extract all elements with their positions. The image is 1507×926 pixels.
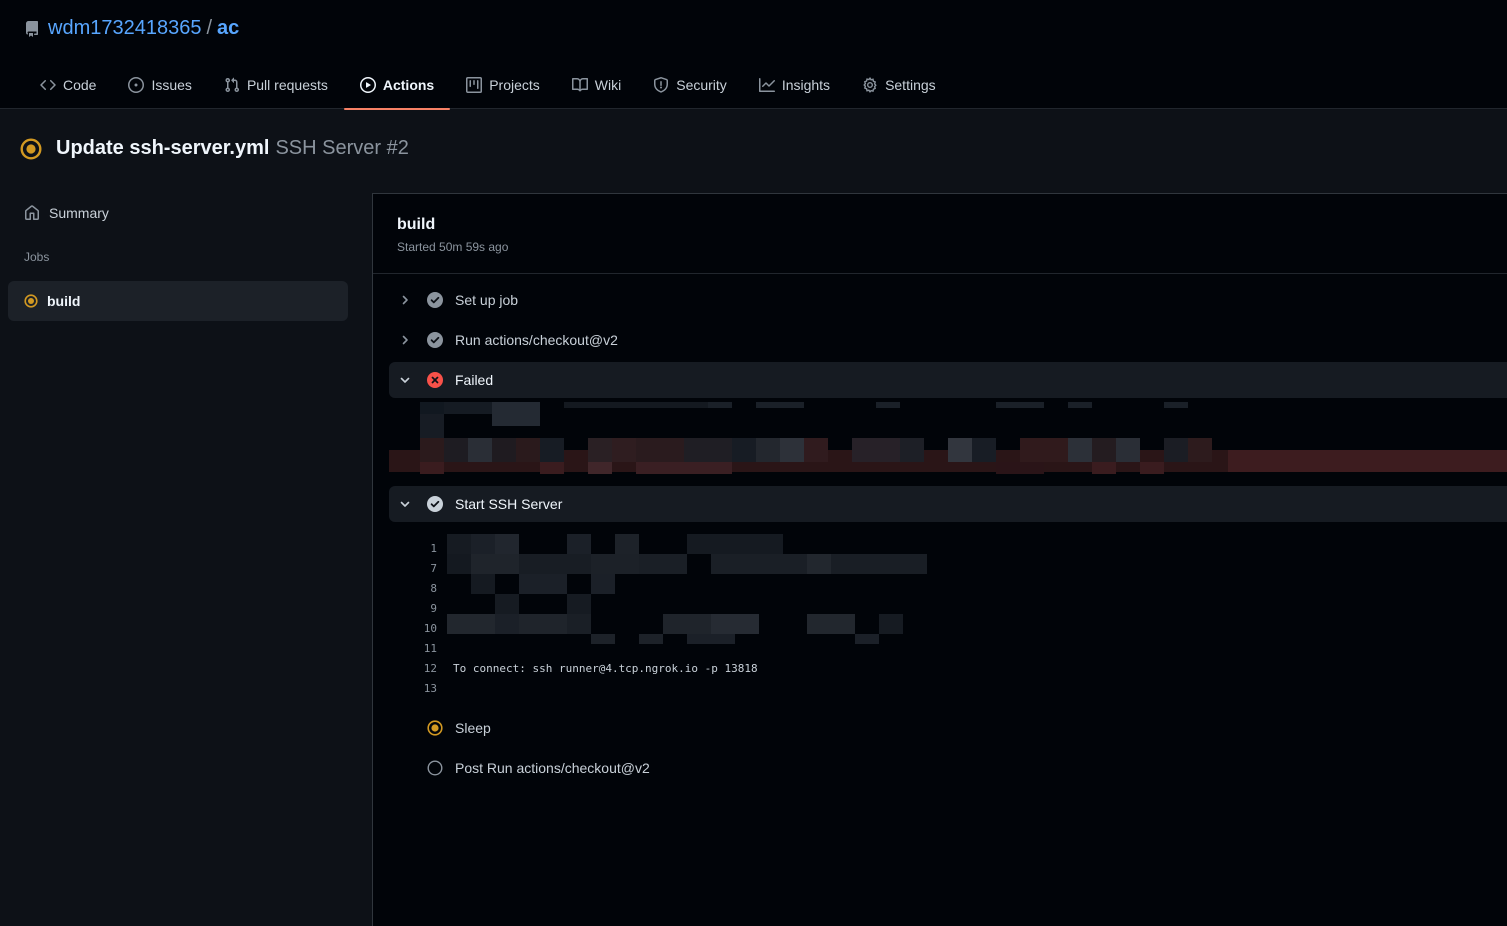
pending-circle-icon <box>427 760 443 776</box>
project-icon <box>466 76 489 93</box>
tab-insights-label: Insights <box>781 76 831 93</box>
chevron-right-icon <box>399 334 411 346</box>
tab-projects[interactable]: Projects <box>450 60 556 109</box>
step-run-checkout[interactable]: Run actions/checkout@v2 <box>389 322 1507 358</box>
repo-nav-tabs: Code Issues Pull requests Actions Projec… <box>24 60 952 110</box>
tab-security[interactable]: Security <box>637 60 743 109</box>
x-circle-icon <box>427 372 443 388</box>
line-number: 1 <box>430 541 437 555</box>
step-label: Failed <box>455 372 494 388</box>
tab-security-label: Security <box>676 76 727 93</box>
line-number: 12 <box>423 661 437 675</box>
run-title: Update ssh-server.yml SSH Server #2 <box>20 137 409 160</box>
check-circle-icon <box>427 292 443 308</box>
repo-owner-link[interactable]: wdm1732418365 <box>48 17 201 40</box>
step-label: Set up job <box>455 292 519 308</box>
redacted-log-pixels <box>447 534 927 644</box>
repo-name-link[interactable]: ac <box>217 17 239 40</box>
tab-insights[interactable]: Insights <box>743 60 846 109</box>
job-log-panel: build Started 50m 59s ago Set up job Run… <box>372 193 1507 926</box>
line-number: 13 <box>423 681 437 695</box>
commit-message: Update ssh-server.yml <box>56 137 270 159</box>
sidebar-item-build-label: build <box>47 293 81 309</box>
tab-actions[interactable]: Actions <box>343 60 451 110</box>
tab-code-label: Code <box>63 76 97 93</box>
log-line: 9 <box>389 598 437 618</box>
line-number: 8 <box>430 581 437 595</box>
line-number: 10 <box>423 621 437 635</box>
in-progress-icon <box>20 137 42 160</box>
step-start-ssh-server[interactable]: Start SSH Server <box>389 486 1507 522</box>
check-circle-icon <box>427 332 443 348</box>
home-icon <box>24 205 49 221</box>
ssh-connect-command: To connect: ssh runner@4.tcp.ngrok.io -p… <box>453 661 758 675</box>
step-label: Run actions/checkout@v2 <box>455 332 618 348</box>
step-label: Start SSH Server <box>455 496 563 512</box>
tab-pull-requests-label: Pull requests <box>246 76 328 93</box>
step-post-run-checkout[interactable]: Post Run actions/checkout@v2 <box>389 750 1507 786</box>
sidebar-item-summary[interactable]: Summary <box>8 193 348 233</box>
check-circle-icon <box>427 496 443 512</box>
step-label: Sleep <box>455 720 491 736</box>
tab-issues[interactable]: Issues <box>112 60 207 109</box>
repo-icon <box>24 20 40 37</box>
code-icon <box>40 77 63 93</box>
gear-icon <box>862 76 885 93</box>
line-number: 9 <box>430 601 437 615</box>
tab-settings[interactable]: Settings <box>846 60 952 109</box>
repo-header: wdm1732418365 / ac Code Issues Pull requ… <box>0 0 1507 110</box>
chevron-right-icon <box>399 294 411 306</box>
chevron-down-icon <box>399 374 411 386</box>
tab-pull-requests[interactable]: Pull requests <box>208 60 344 109</box>
play-icon <box>359 76 383 93</box>
line-number: 11 <box>423 641 437 655</box>
tab-code[interactable]: Code <box>24 60 112 109</box>
in-progress-icon <box>24 294 47 308</box>
ssh-step-log: 1 7 8 9 10 11 12 To connect: ssh runner@4… <box>389 526 1507 706</box>
sidebar-item-summary-label: Summary <box>49 205 109 221</box>
in-progress-icon <box>427 720 443 736</box>
log-line: 12 To connect: ssh runner@4.tcp.ngrok.io … <box>389 658 758 678</box>
log-line: 13 <box>389 678 437 698</box>
sidebar-item-build[interactable]: build <box>8 281 348 321</box>
job-name: build <box>397 216 436 233</box>
log-line: 7 <box>389 558 437 578</box>
job-steps: Set up job Run actions/checkout@v2 Faile… <box>389 282 1507 790</box>
step-set-up-job[interactable]: Set up job <box>389 282 1507 318</box>
tab-wiki[interactable]: Wiki <box>556 60 637 109</box>
job-header: build Started 50m 59s ago <box>373 194 1507 274</box>
log-line: 8 <box>389 578 437 598</box>
step-failed[interactable]: Failed <box>389 362 1507 398</box>
run-sidebar: Summary Jobs build <box>8 193 348 321</box>
chevron-down-icon <box>399 498 411 510</box>
pull-request-icon <box>224 77 247 93</box>
tab-projects-label: Projects <box>489 76 540 93</box>
jobs-heading: Jobs <box>24 250 50 264</box>
issue-icon <box>128 76 151 93</box>
step-sleep[interactable]: Sleep <box>389 710 1507 746</box>
workflow-run-name: SSH Server #2 <box>275 137 409 159</box>
failed-step-log-redacted <box>389 402 1507 474</box>
repo-separator: / <box>206 17 213 39</box>
repo-title: wdm1732418365 / ac <box>24 17 239 40</box>
step-label: Post Run actions/checkout@v2 <box>455 760 650 776</box>
tab-settings-label: Settings <box>885 76 936 93</box>
redacted-log-pixels <box>389 402 1507 474</box>
book-icon <box>571 77 595 93</box>
job-started-time: Started 50m 59s ago <box>397 240 509 254</box>
graph-icon <box>758 77 782 93</box>
shield-icon <box>653 76 676 93</box>
line-number: 7 <box>430 561 437 575</box>
log-line: 10 <box>389 618 437 638</box>
tab-actions-label: Actions <box>382 76 435 93</box>
tab-issues-label: Issues <box>151 76 192 93</box>
log-line: 1 <box>389 538 437 558</box>
tab-wiki-label: Wiki <box>594 76 622 93</box>
log-line: 11 <box>389 638 437 658</box>
